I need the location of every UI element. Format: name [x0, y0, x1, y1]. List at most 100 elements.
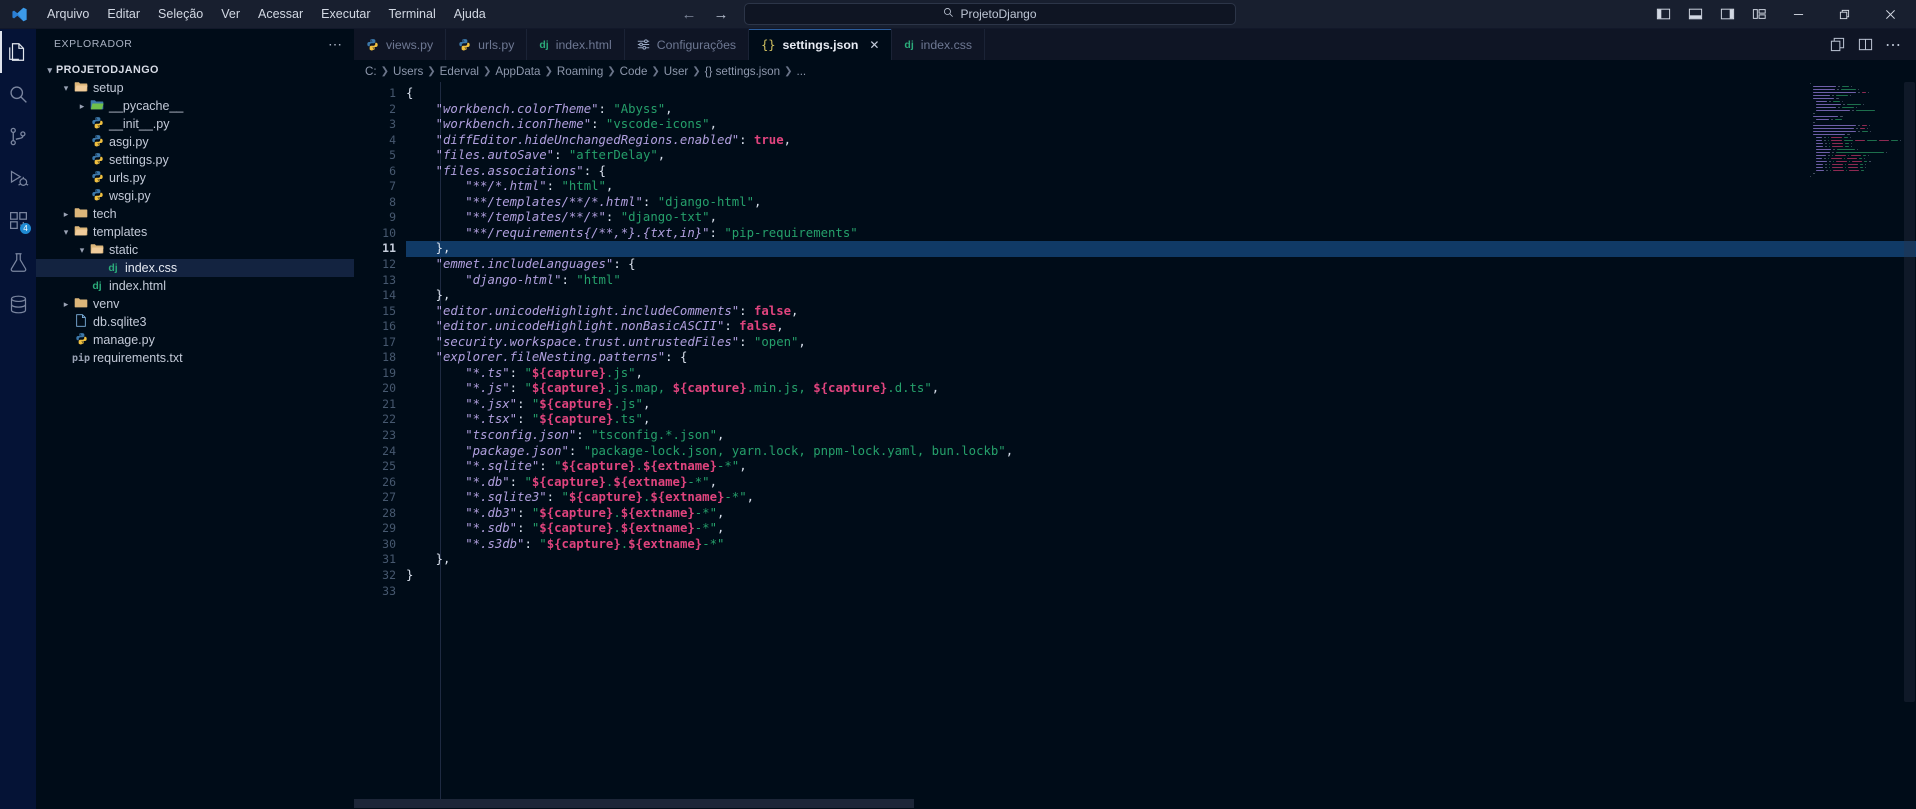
tree-item-index-html[interactable]: dj index.html [36, 277, 354, 295]
code-line[interactable]: } [406, 568, 1916, 584]
toggle-secondary-sidebar-icon[interactable] [1712, 0, 1742, 28]
menu-item-terminal[interactable]: Terminal [380, 4, 445, 24]
code-line[interactable]: "workbench.iconTheme": "vscode-icons", [406, 117, 1916, 133]
code-line[interactable]: "package.json": "package-lock.json, yarn… [406, 444, 1916, 460]
arrow-right-icon[interactable]: → [712, 6, 730, 23]
breadcrumb-item-7[interactable]: {} settings.json [705, 65, 780, 78]
code-line[interactable]: "django-html": "html" [406, 273, 1916, 289]
tree-item-templates[interactable]: ▾ templates [36, 223, 354, 241]
code-line[interactable]: "*.ts": "${capture}.js", [406, 366, 1916, 382]
code-line[interactable]: "*.s3db": "${capture}.${extname}-*" [406, 537, 1916, 553]
arrow-left-icon[interactable]: ← [680, 6, 698, 23]
file-tree[interactable]: ▾ PROJETODJANGO ▾ setup ▸ __pycache__ __init… [36, 59, 354, 809]
code-line[interactable]: "workbench.colorTheme": "Abyss", [406, 102, 1916, 118]
code-line[interactable]: "editor.unicodeHighlight.nonBasicASCII":… [406, 319, 1916, 335]
breadcrumb-item-2[interactable]: Ederval [440, 65, 479, 78]
activity-bar-item-extensions[interactable]: 4 [0, 199, 36, 241]
editor-tab-views-py[interactable]: views.py [354, 29, 447, 60]
menu-item-acessar[interactable]: Acessar [249, 4, 312, 24]
tree-root-projetodjango[interactable]: ▾ PROJETODJANGO [36, 61, 354, 79]
menu-item-ajuda[interactable]: Ajuda [445, 4, 495, 24]
code-line[interactable]: "emmet.includeLanguages": { [406, 257, 1916, 273]
breadcrumb-item-5[interactable]: Code [620, 65, 648, 78]
code-line[interactable]: }, [406, 241, 1916, 258]
code-line[interactable]: "*.db3": "${capture}.${extname}-*", [406, 506, 1916, 522]
editor-tab-urls-py[interactable]: urls.py [446, 29, 528, 60]
code-line[interactable]: "*.db": "${capture}.${extname}-*", [406, 475, 1916, 491]
chevron-right-icon[interactable]: ▸ [76, 101, 88, 112]
tree-item-index-css[interactable]: dj index.css [36, 259, 354, 277]
horizontal-scrollbar-thumb[interactable] [354, 799, 914, 808]
code-content[interactable]: { "workbench.colorTheme": "Abyss", "work… [406, 82, 1916, 799]
customize-layout-icon[interactable] [1744, 0, 1774, 28]
code-line[interactable]: "explorer.fileNesting.patterns": { [406, 350, 1916, 366]
code-line[interactable]: "*.sqlite3": "${capture}.${extname}-*", [406, 490, 1916, 506]
code-line[interactable]: "**/requirements{/**,*}.{txt,in}": "pip-… [406, 226, 1916, 242]
editor-tab-index-html[interactable]: dj index.html [527, 29, 625, 60]
breadcrumb-item-8[interactable]: ... [796, 65, 806, 78]
toggle-primary-sidebar-icon[interactable] [1648, 0, 1678, 28]
tree-item-requirements-txt[interactable]: pip requirements.txt [36, 349, 354, 367]
close-icon[interactable] [1868, 0, 1912, 29]
code-line[interactable]: "*.jsx": "${capture}.js", [406, 397, 1916, 413]
chevron-down-icon[interactable]: ▾ [60, 83, 72, 94]
tree-item-wsgi-py[interactable]: wsgi.py [36, 187, 354, 205]
tree-item-asgi-py[interactable]: asgi.py [36, 133, 354, 151]
activity-bar-item-database[interactable] [0, 283, 36, 325]
code-line[interactable]: "tsconfig.json": "tsconfig.*.json", [406, 428, 1916, 444]
code-line[interactable]: }, [406, 288, 1916, 304]
code-line[interactable]: "files.associations": { [406, 164, 1916, 180]
search-input[interactable]: ProjetoDjango [744, 3, 1236, 25]
code-line[interactable]: "security.workspace.trust.untrustedFiles… [406, 335, 1916, 351]
code-line[interactable]: "**/templates/**/*": "django-txt", [406, 210, 1916, 226]
horizontal-scrollbar[interactable] [354, 799, 1916, 809]
chevron-down-icon[interactable]: ▾ [76, 245, 88, 256]
chevron-right-icon[interactable]: ▸ [60, 299, 72, 310]
code-line[interactable]: "**/*.html": "html", [406, 179, 1916, 195]
chevron-down-icon[interactable]: ▾ [60, 227, 72, 238]
code-line[interactable]: }, [406, 552, 1916, 568]
code-line[interactable]: "**/templates/**/*.html": "django-html", [406, 195, 1916, 211]
menu-item-editar[interactable]: Editar [98, 4, 149, 24]
menu-item-ver[interactable]: Ver [212, 4, 249, 24]
vertical-scrollbar[interactable] [1903, 82, 1916, 799]
tree-item-manage-py[interactable]: manage.py [36, 331, 354, 349]
menu-item-selecao[interactable]: Seleção [149, 4, 212, 24]
code-line[interactable] [406, 584, 1916, 600]
tree-item-static[interactable]: ▾ static [36, 241, 354, 259]
tree-item-setup[interactable]: ▾ setup [36, 79, 354, 97]
split-editor-right-icon[interactable] [1852, 30, 1878, 60]
breadcrumb-item-1[interactable]: Users [393, 65, 423, 78]
tree-item--pycache-[interactable]: ▸ __pycache__ [36, 97, 354, 115]
editor-tab-index-css[interactable]: dj index.css [892, 29, 986, 60]
code-line[interactable]: "files.autoSave": "afterDelay", [406, 148, 1916, 164]
tree-item-tech[interactable]: ▸ tech [36, 205, 354, 223]
code-line[interactable]: { [406, 86, 1916, 102]
breadcrumb-item-3[interactable]: AppData [495, 65, 540, 78]
tree-item-venv[interactable]: ▸ venv [36, 295, 354, 313]
activity-bar-item-run-and-debug[interactable] [0, 157, 36, 199]
editor-tab-settings-json[interactable]: {} settings.json ✕ [749, 29, 893, 60]
code-line[interactable]: "*.js": "${capture}.js.map, ${capture}.m… [406, 381, 1916, 397]
tree-item-settings-py[interactable]: settings.py [36, 151, 354, 169]
code-line[interactable]: "*.sdb": "${capture}.${extname}-*", [406, 521, 1916, 537]
breadcrumb-item-4[interactable]: Roaming [557, 65, 603, 78]
breadcrumb[interactable]: C: ❯ Users ❯ Ederval ❯ AppData ❯ Roaming… [354, 60, 1916, 82]
minimize-icon[interactable] [1776, 0, 1820, 29]
activity-bar-item-search[interactable] [0, 73, 36, 115]
code-line[interactable]: "*.sqlite": "${capture}.${extname}-*", [406, 459, 1916, 475]
restore-icon[interactable] [1822, 0, 1866, 29]
editor-tab-configura-es[interactable]: Configurações [625, 29, 750, 60]
chevron-right-icon[interactable]: ▸ [60, 209, 72, 220]
menu-item-arquivo[interactable]: Arquivo [38, 4, 98, 24]
code-line[interactable]: "editor.unicodeHighlight.includeComments… [406, 304, 1916, 320]
split-editor-down-icon[interactable] [1824, 30, 1850, 60]
activity-bar-item-source-control[interactable] [0, 115, 36, 157]
menu-item-executar[interactable]: Executar [312, 4, 379, 24]
ellipsis-icon[interactable]: ⋯ [322, 36, 348, 53]
code-editor[interactable]: 1 2 3 4 5 6 7 8 9 10 11 12 13 14 15 16 17 18 19 20 21 22 23 24 2… [354, 82, 1916, 799]
tab-close-icon[interactable]: ✕ [869, 38, 879, 52]
activity-bar-item-explorer[interactable] [0, 31, 36, 73]
breadcrumb-item-0[interactable]: C: [365, 65, 377, 78]
code-line[interactable]: "*.tsx": "${capture}.ts", [406, 412, 1916, 428]
